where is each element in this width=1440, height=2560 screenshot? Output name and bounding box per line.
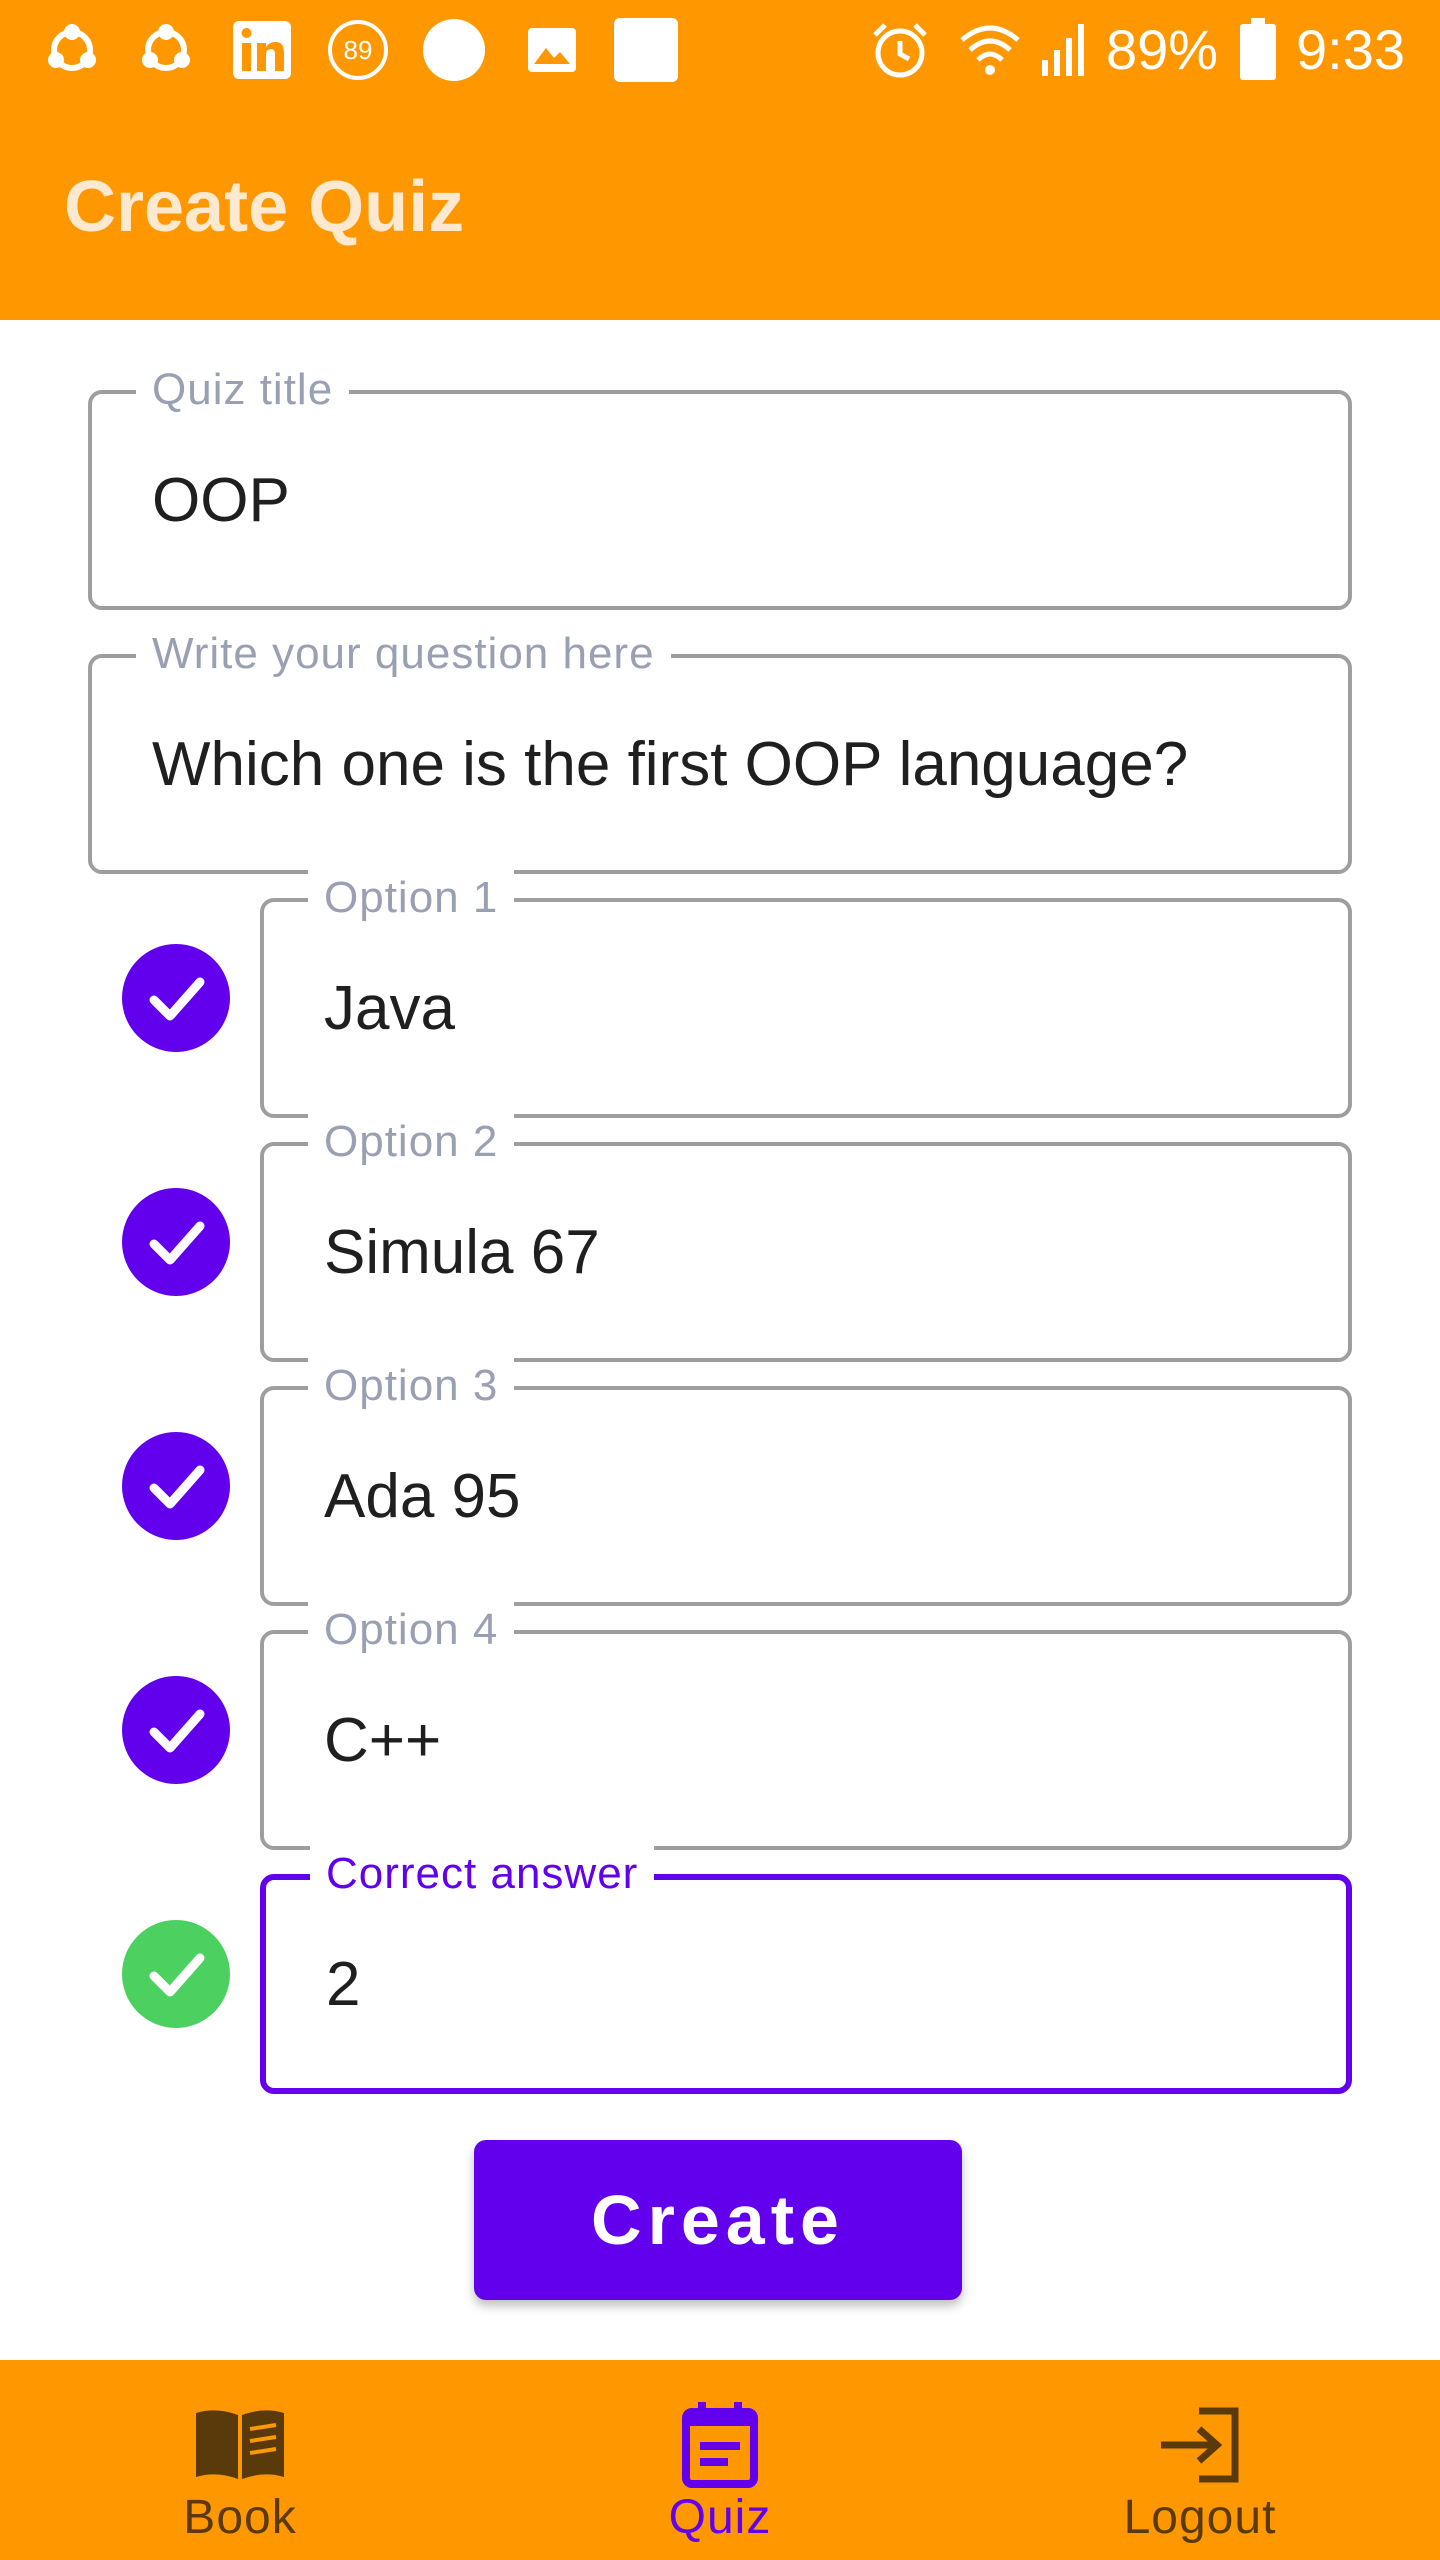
option-4-field[interactable]: Option 4 C++ — [260, 1600, 1352, 1850]
correct-answer-label: Correct answer — [310, 1844, 655, 1904]
circle-icon — [422, 18, 486, 82]
create-button[interactable]: Create — [474, 2140, 962, 2300]
option-3-value: Ada 95 — [324, 1461, 521, 1531]
badge-count: 89 — [343, 34, 373, 65]
option-1-field[interactable]: Option 1 Java — [260, 868, 1352, 1118]
clock: 9:33 — [1296, 18, 1405, 81]
option-3-field[interactable]: Option 3 Ada 95 — [260, 1356, 1352, 1606]
option-2-check-icon — [122, 1188, 230, 1296]
option-2-value: Simula 67 — [324, 1217, 600, 1287]
option-2-field[interactable]: Option 2 Simula 67 — [260, 1112, 1352, 1362]
option-1-value: Java — [324, 973, 455, 1043]
nav-label-book: Book — [183, 2491, 297, 2544]
status-bar: 89 89% 9:33 — [0, 0, 1440, 100]
correct-answer-field[interactable]: Correct answer 2 — [260, 1844, 1352, 2094]
option-1-check-icon — [122, 944, 230, 1052]
book-icon — [192, 2400, 288, 2490]
option-4-value: C++ — [324, 1705, 442, 1775]
page-title: Create Quiz — [64, 167, 465, 247]
signal-icon — [1030, 18, 1094, 82]
quiz-title-value: OOP — [152, 465, 290, 535]
question-value: Which one is the first OOP language? — [152, 729, 1189, 799]
nav-item-logout[interactable]: Logout — [1100, 2360, 1300, 2560]
image-icon — [520, 18, 584, 82]
question-field[interactable]: Write your question here Which one is th… — [88, 624, 1352, 874]
battery-icon — [1226, 18, 1290, 82]
nav-item-quiz[interactable]: Quiz — [620, 2360, 820, 2560]
linkedin-icon — [230, 18, 294, 82]
app-bar: Create Quiz — [0, 100, 1440, 320]
logout-icon — [1152, 2400, 1248, 2490]
battery-percent: 89% — [1106, 18, 1219, 81]
correct-answer-value: 2 — [326, 1949, 361, 2019]
correct-answer-check-icon — [122, 1920, 230, 2028]
square-icon — [614, 18, 678, 82]
bottom-navigation: Book Quiz Logout — [0, 2360, 1440, 2560]
alarm-icon — [868, 18, 932, 82]
wifi-icon — [958, 18, 1022, 82]
quiz-icon — [672, 2400, 768, 2490]
nav-item-book[interactable]: Book — [140, 2360, 340, 2560]
nav-label-logout: Logout — [1123, 2491, 1277, 2544]
share-icon — [134, 18, 198, 82]
option-3-check-icon — [122, 1432, 230, 1540]
share-icon — [40, 18, 104, 82]
notification-badge-icon: 89 — [326, 18, 390, 82]
option-4-check-icon — [122, 1676, 230, 1784]
quiz-title-field[interactable]: Quiz title OOP — [88, 360, 1352, 610]
nav-label-quiz: Quiz — [668, 2491, 772, 2544]
